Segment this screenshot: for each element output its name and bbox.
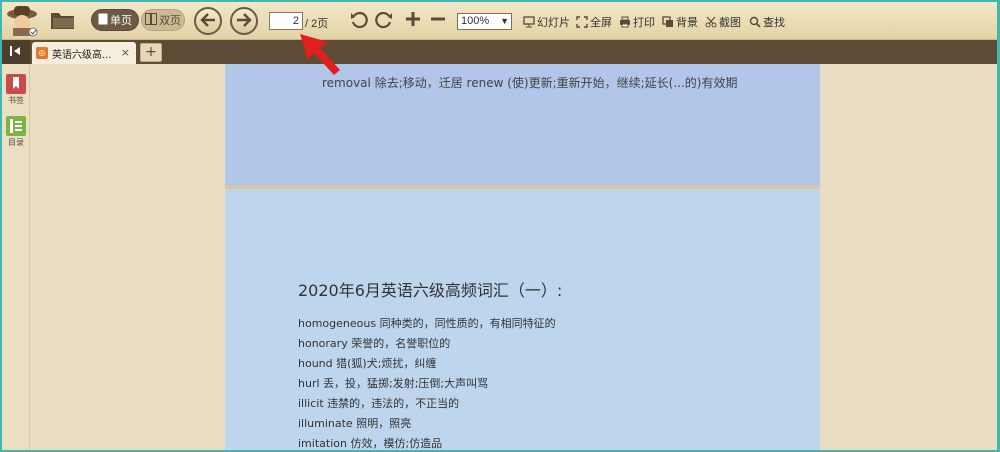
screenshot-button[interactable]: 截图 (705, 14, 741, 30)
folder-open-icon[interactable] (50, 9, 76, 34)
scissors-icon (705, 16, 717, 28)
vocab-line: homogeneous 同种类的，同性质的，有相同特征的 (298, 317, 556, 330)
document-page-1: removal 除去;移动，迁居 renew (使)更新;重新开始，继续;延长(… (225, 64, 820, 185)
print-icon (619, 16, 631, 28)
sidebar: 书签 目录 (2, 64, 30, 450)
page-total: / 2页 (305, 18, 329, 30)
arrow-right-icon (236, 12, 252, 31)
close-icon[interactable]: × (121, 46, 130, 59)
app-window: 单页 双页 2 / 2页 100% ▼ 幻灯片 全屏 打印 背景 截图 查找 ◎… (0, 0, 1000, 452)
sidebar-item-label: 书签 (8, 96, 24, 105)
next-page-button[interactable] (230, 7, 258, 35)
single-page-icon (98, 13, 108, 28)
print-label: 打印 (633, 17, 655, 29)
page-number-input[interactable]: 2 (269, 12, 303, 30)
vocab-line: honorary 荣誉的，名誉职位的 (298, 337, 451, 350)
search-icon (749, 16, 761, 28)
single-page-button[interactable]: 单页 (91, 9, 139, 31)
page-text-line: removal 除去;移动，迁居 renew (使)更新;重新开始，继续;延长(… (322, 76, 738, 90)
sidebar-item-bookmarks[interactable]: 书签 (5, 74, 27, 106)
document-favicon-icon: ◎ (36, 47, 48, 59)
red-arrow-icon (298, 32, 344, 79)
sidebar-item-toc[interactable]: 目录 (5, 116, 27, 148)
print-button[interactable]: 打印 (619, 14, 655, 30)
background-label: 背景 (676, 17, 698, 29)
document-viewer[interactable]: removal 除去;移动，迁居 renew (使)更新;重新开始，继续;延长(… (31, 64, 997, 450)
find-label: 查找 (763, 17, 785, 29)
vocab-line: hound 猎(狐)犬;烦扰，纠缠 (298, 357, 437, 370)
zoom-select[interactable]: 100% ▼ (457, 13, 512, 30)
collapse-sidebar-button[interactable] (2, 40, 30, 64)
slideshow-icon (523, 16, 535, 28)
arrow-left-icon (200, 12, 216, 31)
sidebar-item-label: 目录 (8, 138, 24, 147)
screenshot-label: 截图 (719, 17, 741, 29)
toc-icon (6, 116, 26, 136)
vocab-line: hurl 丢，投，猛掷;发射;压倒;大声叫骂 (298, 377, 489, 390)
fullscreen-button[interactable]: 全屏 (576, 14, 612, 30)
zoom-value: 100% (461, 15, 490, 27)
slideshow-button[interactable]: 幻灯片 (523, 14, 570, 30)
collapse-sidebar-icon (10, 45, 22, 59)
slideshow-label: 幻灯片 (537, 17, 570, 29)
page-heading: 2020年6月英语六级高频词汇（一）: (298, 281, 563, 300)
vocab-line: imitation 仿效，模仿;仿造品 (298, 437, 443, 450)
fullscreen-label: 全屏 (590, 17, 612, 29)
background-button[interactable]: 背景 (662, 14, 698, 30)
rotate-right-icon[interactable] (375, 11, 393, 33)
document-tab-title: 英语六级高... (52, 49, 112, 61)
background-icon (662, 16, 674, 28)
chevron-down-icon: ▼ (500, 16, 509, 26)
vocab-line: illicit 违禁的，违法的，不正当的 (298, 397, 460, 410)
app-logo-icon[interactable] (4, 3, 40, 37)
find-button[interactable]: 查找 (749, 14, 785, 30)
document-page-2: 2020年6月英语六级高频词汇（一）: homogeneous 同种类的，同性质… (225, 189, 820, 450)
double-page-icon (145, 12, 157, 28)
toolbar: 单页 双页 2 / 2页 100% ▼ 幻灯片 全屏 打印 背景 截图 查找 (2, 2, 997, 40)
tab-bar: ◎ 英语六级高... × + (2, 40, 997, 64)
document-tab[interactable]: ◎ 英语六级高... × (32, 42, 136, 64)
vocab-line: illuminate 照明，照亮 (298, 417, 412, 430)
double-page-button[interactable]: 双页 (141, 9, 185, 31)
zoom-out-icon[interactable] (430, 11, 446, 31)
zoom-in-icon[interactable] (405, 11, 421, 31)
double-page-label: 双页 (159, 15, 181, 27)
fullscreen-icon (576, 16, 588, 28)
previous-page-button[interactable] (194, 7, 222, 35)
new-tab-button[interactable]: + (140, 43, 162, 62)
single-page-label: 单页 (110, 15, 132, 27)
bookmark-icon (6, 74, 26, 94)
rotate-left-icon[interactable] (350, 11, 368, 33)
